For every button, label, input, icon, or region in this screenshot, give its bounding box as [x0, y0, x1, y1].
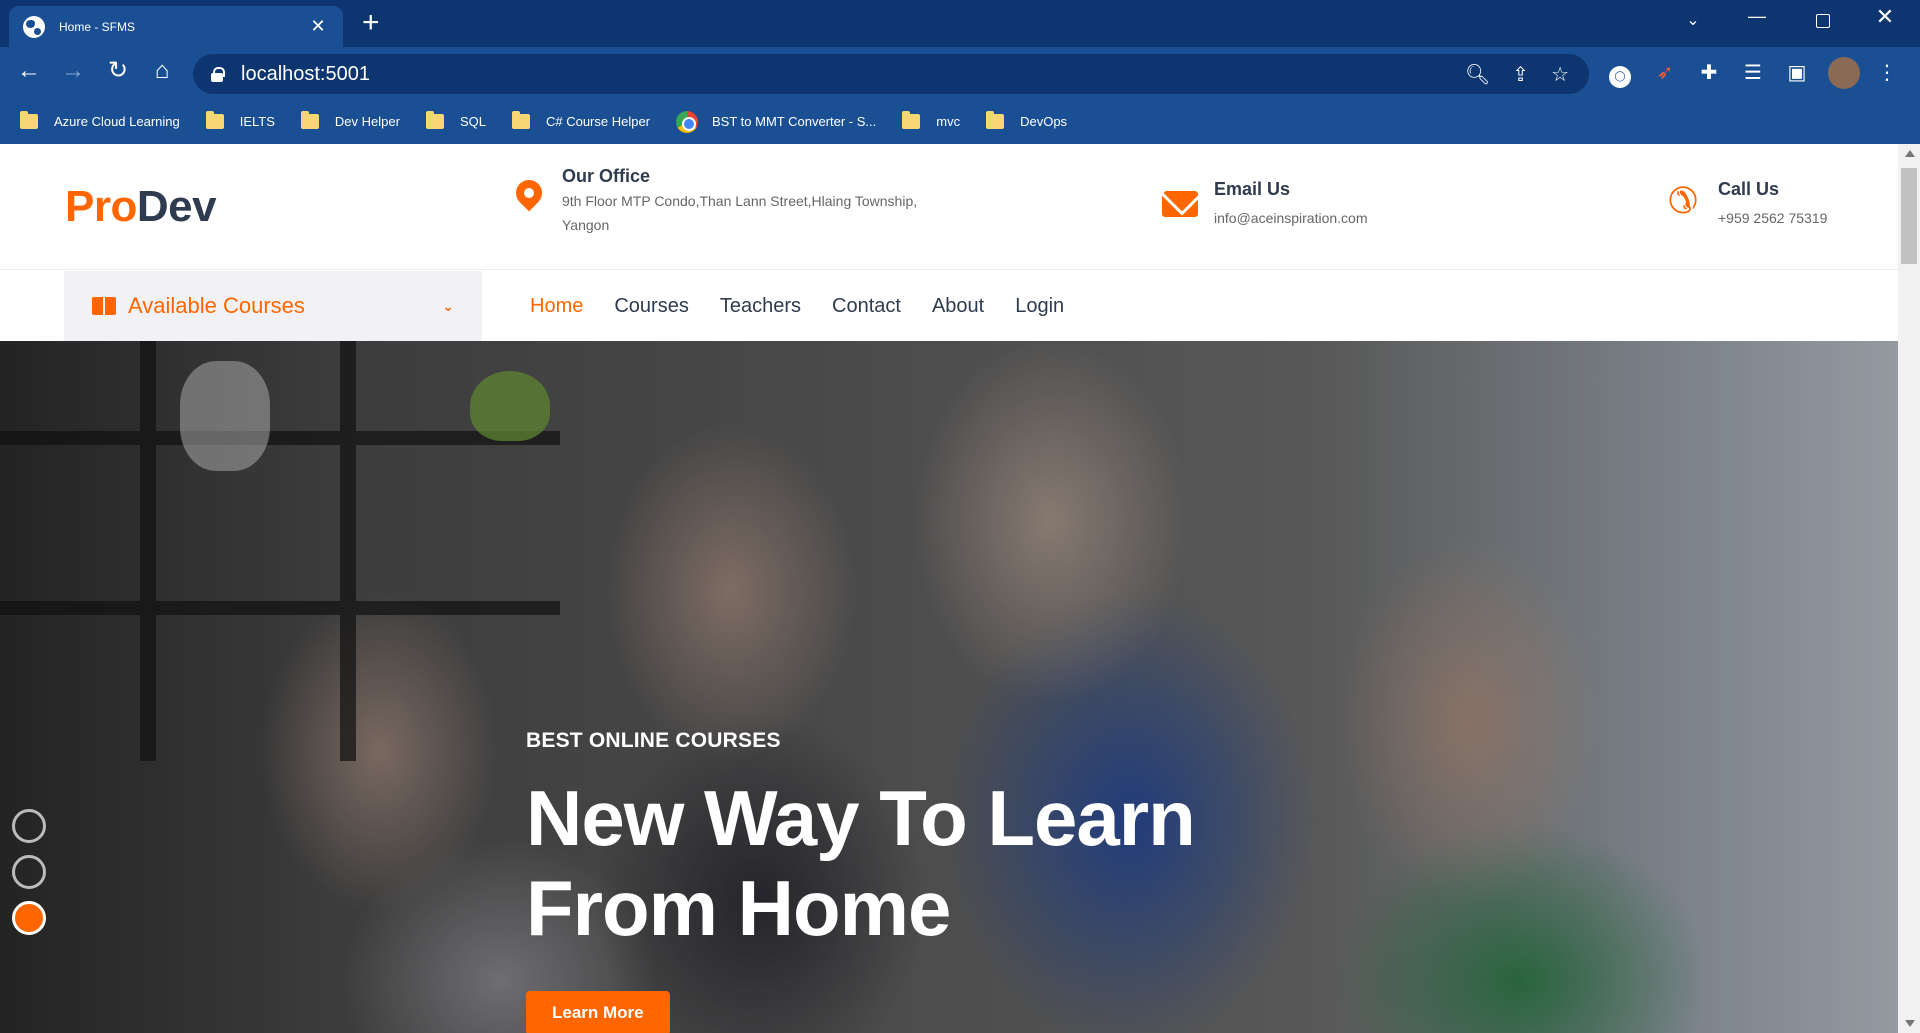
carousel-dot[interactable]	[12, 809, 46, 843]
office-address-line1: 9th Floor MTP Condo,Than Lann Street,Hla…	[562, 193, 918, 209]
new-tab-button[interactable]: +	[362, 8, 380, 38]
bookmark-label: IELTS	[239, 114, 275, 129]
bookmark-item[interactable]: IELTS	[205, 111, 275, 129]
address-bar[interactable]: localhost:5001 🔍︎ ⇪ ☆	[193, 54, 1589, 94]
folder-icon	[205, 111, 224, 129]
tab-title: Home - SFMS	[59, 19, 136, 34]
bookmark-label: Azure Cloud Learning	[54, 114, 180, 129]
email-title: Email Us	[1214, 179, 1291, 199]
bookmark-label: mvc	[936, 114, 961, 129]
hero-headline: New Way To Learn From Home	[526, 773, 1196, 953]
folder-icon	[902, 111, 921, 129]
folder-icon	[300, 111, 319, 129]
bookmark-star-icon[interactable]: ☆	[1551, 62, 1569, 87]
tab-search-chevron-icon[interactable]: ⌄	[1670, 10, 1716, 30]
browser-tab[interactable]: Home - SFMS ✕	[9, 6, 343, 47]
side-panel-icon[interactable]: ▣	[1782, 58, 1812, 88]
email-info: Email Us info@aceinspiration.com	[1162, 179, 1368, 230]
restore-button[interactable]	[1800, 6, 1846, 33]
book-icon	[92, 297, 116, 315]
swift-extension-icon[interactable]: ➶	[1650, 58, 1680, 88]
bookmark-item[interactable]: Dev Helper	[300, 111, 400, 129]
logo-dev: Dev	[136, 182, 217, 231]
scroll-up-arrow-icon[interactable]	[1905, 150, 1915, 157]
puzzle-extensions-icon[interactable]: ✚	[1694, 58, 1724, 88]
url-text[interactable]: localhost:5001	[241, 63, 370, 86]
folder-icon	[20, 111, 38, 129]
office-address-line2: Yangon	[562, 217, 610, 233]
phone-number[interactable]: +959 2562 75319	[1718, 206, 1827, 230]
site-header: ProDev Our Office 9th Floor MTP Condo,Th…	[0, 144, 1898, 270]
envelope-icon	[1162, 191, 1198, 217]
reading-list-icon[interactable]: ☰	[1738, 58, 1768, 88]
carousel-indicators	[12, 809, 46, 947]
call-info: ✆ Call Us +959 2562 75319	[1668, 179, 1827, 230]
back-icon[interactable]: ←	[14, 59, 44, 83]
folder-icon	[425, 111, 444, 129]
nav-link-teachers[interactable]: Teachers	[720, 295, 801, 318]
site-logo[interactable]: ProDev	[65, 182, 217, 232]
email-address[interactable]: info@aceinspiration.com	[1214, 206, 1368, 230]
browser-tab-strip: Home - SFMS ✕ + ⌄ — ✕	[0, 0, 1920, 47]
available-courses-label: Available Courses	[128, 293, 305, 318]
home-icon[interactable]: ⌂	[147, 59, 177, 83]
chrome-icon	[676, 110, 699, 133]
bookmark-label: Dev Helper	[334, 114, 400, 129]
available-courses-dropdown[interactable]: Available Courses ⌄	[64, 271, 482, 341]
globe-icon	[23, 15, 45, 38]
chevron-down-icon: ⌄	[442, 297, 454, 314]
extension-icon[interactable]: ◯	[1605, 58, 1635, 88]
browser-toolbar: ← → ↻ ⌂ localhost:5001 🔍︎ ⇪ ☆ ◯ ➶ ✚ ☰ ▣ …	[0, 47, 1920, 99]
menu-kebab-icon[interactable]: ⋮	[1872, 58, 1902, 88]
learn-more-button[interactable]: Learn More	[526, 991, 670, 1033]
page-viewport: ProDev Our Office 9th Floor MTP Condo,Th…	[0, 144, 1898, 1033]
bookmark-item[interactable]: mvc	[902, 111, 961, 129]
scroll-thumb[interactable]	[1901, 168, 1917, 264]
lock-icon[interactable]	[211, 67, 225, 82]
reload-icon[interactable]: ↻	[103, 59, 133, 83]
minimize-button[interactable]: —	[1734, 6, 1780, 27]
nav-link-login[interactable]: Login	[1015, 295, 1064, 318]
hero-headline-line2: From Home	[526, 864, 951, 952]
profile-avatar[interactable]	[1828, 57, 1860, 89]
office-title: Our Office	[562, 166, 651, 186]
carousel-dot[interactable]	[12, 855, 46, 889]
folder-icon	[986, 111, 1005, 129]
hero-headline-line1: New Way To Learn	[526, 774, 1196, 862]
folder-icon	[511, 111, 530, 129]
logo-pro: Pro	[65, 182, 137, 231]
phone-icon: ✆	[1668, 180, 1699, 221]
hero-kicker: BEST ONLINE COURSES	[526, 729, 781, 752]
bookmark-label: SQL	[459, 114, 486, 129]
location-pin-icon	[510, 174, 548, 212]
scroll-down-arrow-icon[interactable]	[1905, 1020, 1915, 1027]
bookmark-item[interactable]: C# Course Helper	[511, 111, 651, 129]
bookmark-item[interactable]: BST to MMT Converter - S...	[676, 110, 877, 133]
carousel-dot[interactable]	[12, 901, 46, 935]
bookmark-label: C# Course Helper	[545, 114, 651, 129]
page-scrollbar[interactable]	[1898, 144, 1920, 1033]
close-tab-icon[interactable]: ✕	[307, 16, 329, 37]
hero-text: BEST ONLINE COURSES New Way To Learn Fro…	[526, 729, 1196, 1033]
bookmarks-bar: Azure Cloud Learning IELTS Dev Helper SQL C#…	[0, 99, 1920, 144]
close-window-button[interactable]: ✕	[1862, 4, 1908, 30]
bookmark-item[interactable]: DevOps	[986, 111, 1068, 129]
nav-link-about[interactable]: About	[932, 295, 984, 318]
office-info: Our Office 9th Floor MTP Condo,Than Lann…	[510, 166, 918, 237]
bookmark-item[interactable]: SQL	[425, 111, 486, 129]
main-nav: Home Courses Teachers Contact About Login	[530, 271, 1064, 341]
site-navbar: Available Courses ⌄ Home Courses Teachers C…	[0, 271, 1898, 341]
zoom-icon[interactable]: 🔍︎	[1465, 62, 1490, 87]
nav-link-courses[interactable]: Courses	[614, 295, 688, 318]
bookmark-label: DevOps	[1020, 114, 1068, 129]
nav-link-contact[interactable]: Contact	[832, 295, 901, 318]
bookmark-item[interactable]: Azure Cloud Learning	[20, 111, 180, 129]
bookmark-label: BST to MMT Converter - S...	[712, 114, 877, 129]
nav-link-home[interactable]: Home	[530, 295, 583, 318]
call-title: Call Us	[1718, 179, 1780, 199]
share-icon[interactable]: ⇪	[1512, 62, 1529, 87]
forward-icon[interactable]: →	[58, 59, 88, 83]
